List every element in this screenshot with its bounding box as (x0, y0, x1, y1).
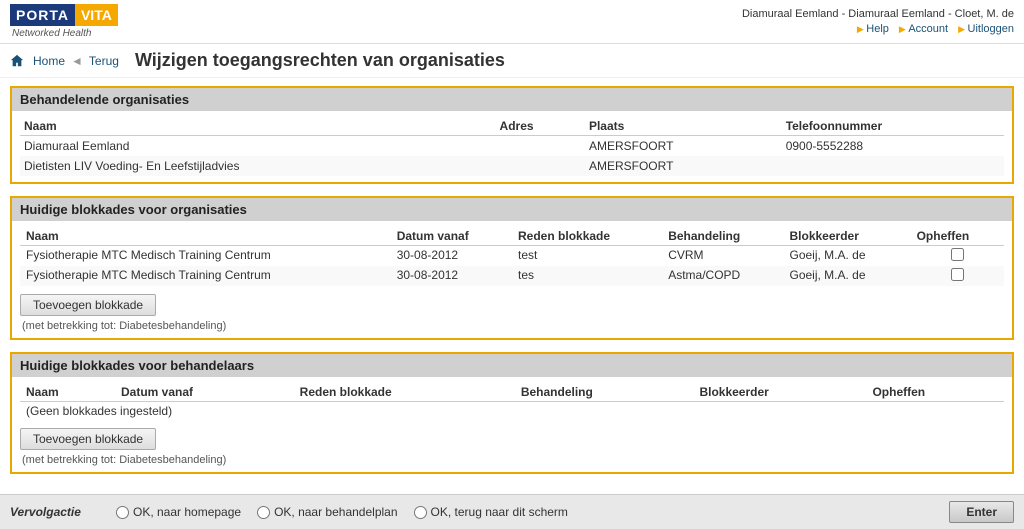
col-blokkeerder: Blokkeerder (784, 227, 911, 246)
home-icon (10, 54, 24, 68)
main-content: Behandelende organisaties Naam Adres Pla… (0, 78, 1024, 494)
blokkade-behandelaars-panel: Huidige blokkades voor behandelaars Naam… (10, 352, 1014, 474)
cell-naam: Diamuraal Eemland (20, 136, 496, 157)
top-right: Diamuraal Eemland - Diamuraal Eemland - … (742, 8, 1014, 35)
back-link[interactable]: Terug (89, 54, 119, 68)
radio-behandelplan-input[interactable] (257, 506, 270, 519)
behandelende-body: Naam Adres Plaats Telefoonnummer Diamura… (12, 111, 1012, 182)
account-link[interactable]: Account (899, 23, 948, 35)
blokkade-behandelaars-header: Huidige blokkades voor behandelaars (12, 354, 1012, 377)
cell-reden: tes (512, 266, 662, 286)
col-datum-vanaf: Datum vanaf (115, 383, 294, 402)
radio-homepage-label: OK, naar homepage (133, 505, 241, 519)
cell-plaats: AMERSFOORT (585, 156, 782, 176)
cell-reden: test (512, 246, 662, 267)
empty-message: (Geen blokkades ingesteld) (20, 402, 1004, 421)
behandelende-panel: Behandelende organisaties Naam Adres Pla… (10, 86, 1014, 184)
radio-homepage-input[interactable] (116, 506, 129, 519)
col-naam: Naam (20, 227, 391, 246)
col-adres: Adres (496, 117, 585, 136)
col-opheffen: Opheffen (911, 227, 1004, 246)
blokkade-behandelaars-body: Naam Datum vanaf Reden blokkade Behandel… (12, 377, 1012, 472)
logout-link[interactable]: Uitloggen (958, 23, 1014, 35)
radio-ditscherm-label: OK, terug naar dit scherm (431, 505, 568, 519)
org-name: Diamuraal Eemland - Diamuraal Eemland - … (742, 8, 1014, 20)
col-blokkeerder: Blokkeerder (693, 383, 866, 402)
logo-box: PORTA VITA (10, 4, 118, 26)
table-row: Fysiotherapie MTC Medisch Training Centr… (20, 246, 1004, 267)
cell-naam: Fysiotherapie MTC Medisch Training Centr… (20, 246, 391, 267)
col-opheffen: Opheffen (866, 383, 1004, 402)
radio-behandelplan[interactable]: OK, naar behandelplan (257, 505, 397, 519)
behandelende-header: Behandelende organisaties (12, 88, 1012, 111)
logo-vita: VITA (75, 4, 118, 26)
nav-bar: Home ◄ Terug Wijzigen toegangsrechten va… (0, 44, 1024, 78)
opheffen-checkbox-1[interactable] (951, 248, 964, 261)
footer-bar: Vervolgactie OK, naar homepage OK, naar … (0, 494, 1024, 529)
toevoegen-blokkade-behandelaars-button[interactable]: Toevoegen blokkade (20, 428, 156, 450)
enter-button[interactable]: Enter (949, 501, 1014, 523)
cell-blokkeerder: Goeij, M.A. de (784, 266, 911, 286)
page-title: Wijzigen toegangsrechten van organisatie… (135, 50, 505, 71)
cell-naam: Dietisten LIV Voeding- En Leefstijladvie… (20, 156, 496, 176)
col-datum-vanaf: Datum vanaf (391, 227, 512, 246)
table-row: (Geen blokkades ingesteld) (20, 402, 1004, 421)
cell-telefoon (782, 156, 1004, 176)
logo-area: PORTA VITA Networked Health (10, 4, 118, 39)
col-reden: Reden blokkade (512, 227, 662, 246)
blokkade-org-note: (met betrekking tot: Diabetesbehandeling… (20, 320, 1004, 332)
toevoegen-blokkade-org-button[interactable]: Toevoegen blokkade (20, 294, 156, 316)
col-reden: Reden blokkade (294, 383, 515, 402)
cell-opheffen[interactable] (911, 246, 1004, 267)
logo-porta: PORTA (10, 4, 75, 26)
col-plaats: Plaats (585, 117, 782, 136)
cell-behandeling: CVRM (662, 246, 783, 267)
radio-homepage[interactable]: OK, naar homepage (116, 505, 241, 519)
vervolgactie-label: Vervolgactie (10, 505, 100, 519)
home-link[interactable]: Home (33, 54, 65, 68)
cell-plaats: AMERSFOORT (585, 136, 782, 157)
col-behandeling: Behandeling (662, 227, 783, 246)
col-telefoon: Telefoonnummer (782, 117, 1004, 136)
table-row: Fysiotherapie MTC Medisch Training Centr… (20, 266, 1004, 286)
blokkade-org-body: Naam Datum vanaf Reden blokkade Behandel… (12, 221, 1012, 338)
blokkade-org-panel: Huidige blokkades voor organisaties Naam… (10, 196, 1014, 340)
help-link[interactable]: Help (857, 23, 889, 35)
cell-adres (496, 156, 585, 176)
cell-datum: 30-08-2012 (391, 246, 512, 267)
table-row: Dietisten LIV Voeding- En Leefstijladvie… (20, 156, 1004, 176)
opheffen-checkbox-2[interactable] (951, 268, 964, 281)
cell-datum: 30-08-2012 (391, 266, 512, 286)
top-links: Help Account Uitloggen (742, 23, 1014, 35)
blokkade-org-header: Huidige blokkades voor organisaties (12, 198, 1012, 221)
cell-opheffen[interactable] (911, 266, 1004, 286)
cell-behandeling: Astma/COPD (662, 266, 783, 286)
col-naam: Naam (20, 383, 115, 402)
cell-naam: Fysiotherapie MTC Medisch Training Centr… (20, 266, 391, 286)
radio-ditscherm[interactable]: OK, terug naar dit scherm (414, 505, 568, 519)
blokkade-behandelaars-note: (met betrekking tot: Diabetesbehandeling… (20, 454, 1004, 466)
logo-tagline: Networked Health (10, 28, 91, 39)
behandelende-table: Naam Adres Plaats Telefoonnummer Diamura… (20, 117, 1004, 176)
cell-telefoon: 0900-5552288 (782, 136, 1004, 157)
cell-blokkeerder: Goeij, M.A. de (784, 246, 911, 267)
col-behandeling: Behandeling (515, 383, 694, 402)
col-naam: Naam (20, 117, 496, 136)
radio-behandelplan-label: OK, naar behandelplan (274, 505, 397, 519)
blokkade-behandelaars-table: Naam Datum vanaf Reden blokkade Behandel… (20, 383, 1004, 420)
radio-ditscherm-input[interactable] (414, 506, 427, 519)
blokkade-org-table: Naam Datum vanaf Reden blokkade Behandel… (20, 227, 1004, 286)
nav-separator: ◄ (71, 54, 83, 68)
cell-adres (496, 136, 585, 157)
table-row: Diamuraal Eemland AMERSFOORT 0900-555228… (20, 136, 1004, 157)
top-bar: PORTA VITA Networked Health Diamuraal Ee… (0, 0, 1024, 44)
